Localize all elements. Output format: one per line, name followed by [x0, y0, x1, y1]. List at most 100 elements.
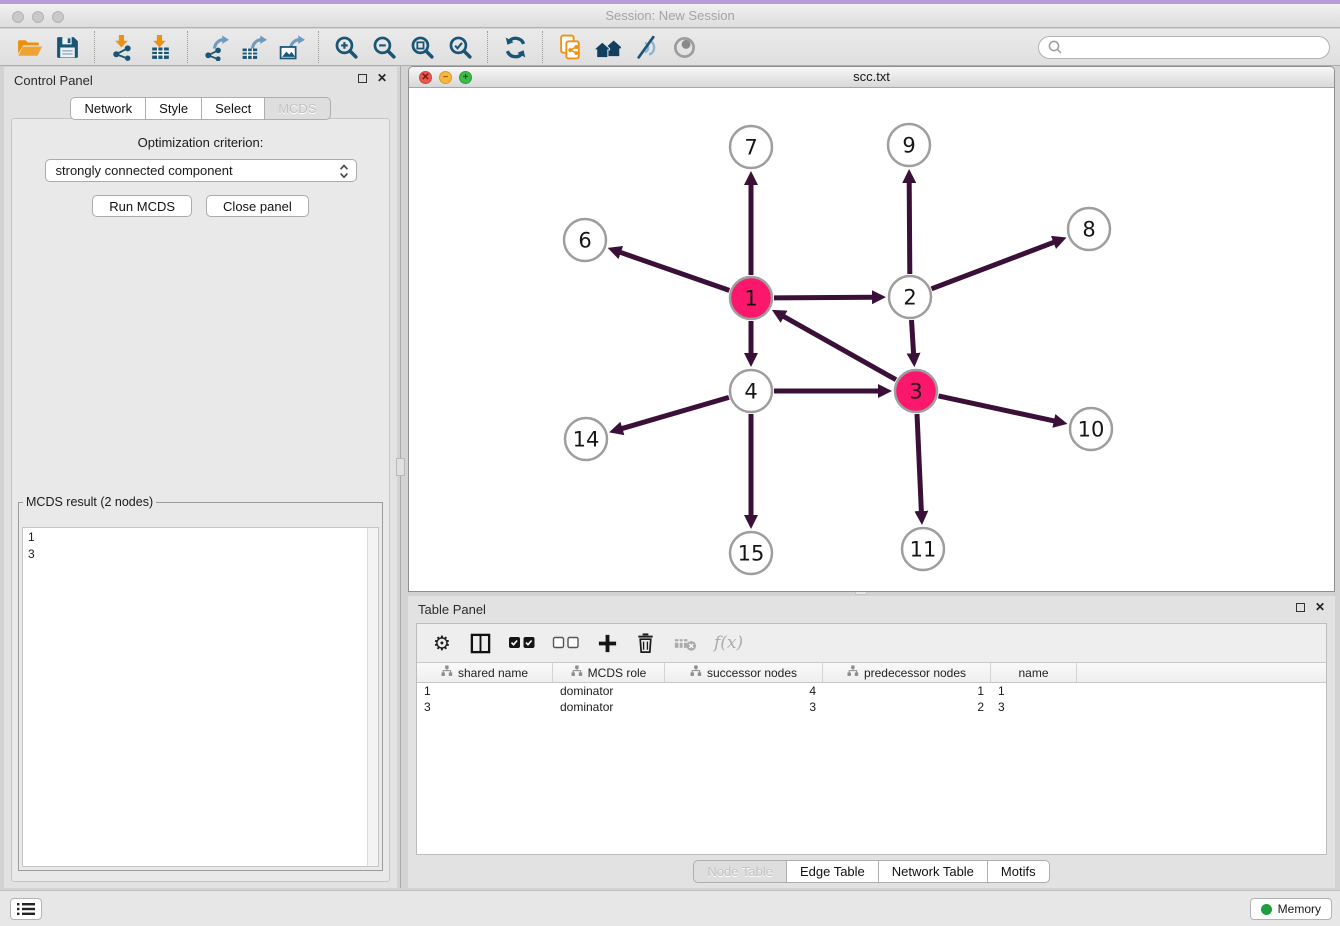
open-session-icon[interactable] [13, 31, 45, 63]
zoom-selected-icon[interactable] [444, 31, 476, 63]
table-header-row: shared nameMCDS rolesuccessor nodesprede… [417, 663, 1326, 683]
network-canvas[interactable]: 7 9 6 8 1 2 4 3 14 10 15 11 [409, 89, 1334, 591]
export-table-icon[interactable] [237, 31, 269, 63]
tab-node-table[interactable]: Node Table [693, 860, 787, 883]
graph-node-6[interactable]: 6 [564, 219, 606, 261]
hide-style-icon[interactable] [630, 31, 662, 63]
panel-split-handle[interactable] [396, 458, 405, 476]
graph-node-15[interactable]: 15 [730, 532, 772, 574]
export-network-icon[interactable] [199, 31, 231, 63]
close-panel-button[interactable]: Close panel [206, 195, 309, 217]
export-image-icon[interactable] [275, 31, 307, 63]
graph-edge-3-10[interactable] [939, 396, 1055, 421]
panel-split-divider[interactable] [400, 66, 401, 888]
column-tree-icon [690, 665, 702, 680]
graph-node-label: 2 [903, 286, 916, 310]
graph-edge-4-14[interactable] [622, 397, 729, 428]
graph-edge-2-9[interactable] [909, 182, 910, 274]
tab-motifs[interactable]: Motifs [988, 860, 1050, 883]
tab-select[interactable]: Select [202, 97, 265, 120]
panel-columns-icon[interactable] [469, 632, 492, 655]
window-traffic-lights[interactable] [12, 11, 64, 23]
window-title: Session: New Session [0, 4, 1340, 27]
unselect-all-icon[interactable] [552, 636, 580, 650]
graph-node-label: 1 [744, 287, 757, 311]
table-row[interactable]: 1dominator411 [417, 683, 1326, 699]
zoom-fit-icon[interactable] [406, 31, 438, 63]
zoom-out-icon[interactable] [368, 31, 400, 63]
toolbar-separator [187, 31, 188, 63]
close-panel-icon[interactable]: ✕ [377, 73, 387, 83]
graph-node-10[interactable]: 10 [1070, 408, 1112, 450]
import-network-icon[interactable] [106, 31, 138, 63]
network-graph: 7 9 6 8 1 2 4 3 14 10 15 11 [409, 89, 1334, 591]
graph-edge-3-1[interactable] [783, 316, 896, 380]
mcds-tab-content: Optimization criterion: strongly connect… [11, 118, 390, 882]
table-row[interactable]: 3dominator323 [417, 699, 1326, 715]
criterion-dropdown[interactable]: strongly connected component [45, 159, 357, 182]
import-table-icon[interactable] [144, 31, 176, 63]
column-label: name [1018, 666, 1048, 680]
select-all-icon[interactable] [508, 636, 536, 650]
minimize-window-button[interactable] [32, 11, 44, 23]
trash-icon[interactable] [634, 632, 657, 655]
zoom-window-button[interactable] [52, 11, 64, 23]
graph-node-label: 4 [744, 380, 757, 404]
graph-node-8[interactable]: 8 [1068, 208, 1110, 250]
column-header-predecessor-nodes[interactable]: predecessor nodes [823, 663, 991, 682]
graph-node-label: 11 [910, 538, 937, 562]
float-table-panel-icon[interactable] [1296, 603, 1305, 612]
tab-mcds[interactable]: MCDS [265, 97, 330, 120]
memory-button[interactable]: Memory [1250, 898, 1332, 920]
network-view-window: ✕ − + scc.txt 7 9 6 8 1 2 4 3 14 10 15 11 [408, 66, 1335, 592]
graph-edge-2-8[interactable] [932, 242, 1055, 289]
network-minimize-button[interactable]: − [439, 71, 452, 84]
graph-node-14[interactable]: 14 [565, 418, 607, 460]
search-field[interactable] [1038, 36, 1330, 59]
graph-node-7[interactable]: 7 [730, 126, 772, 168]
table-cell: 4 [665, 683, 823, 699]
network-window-titlebar[interactable]: ✕ − + scc.txt [409, 67, 1334, 88]
tab-network-table[interactable]: Network Table [879, 860, 988, 883]
float-panel-icon[interactable] [358, 74, 367, 83]
mcds-result-textarea[interactable]: 13 [22, 527, 379, 867]
search-input[interactable] [1067, 40, 1321, 54]
tab-edge-table[interactable]: Edge Table [787, 860, 879, 883]
graph-edge-3-11[interactable] [917, 414, 921, 512]
graph-node-2[interactable]: 2 [889, 276, 931, 318]
graph-node-11[interactable]: 11 [902, 528, 944, 570]
gear-icon[interactable]: ⚙ [431, 631, 453, 655]
result-scrollbar[interactable] [367, 528, 378, 866]
zoom-in-icon[interactable] [330, 31, 362, 63]
clone-network-icon[interactable] [554, 31, 586, 63]
column-tree-icon [571, 665, 583, 680]
save-session-icon[interactable] [51, 31, 83, 63]
run-mcds-button[interactable]: Run MCDS [92, 195, 192, 217]
tab-style[interactable]: Style [146, 97, 202, 120]
graph-node-1[interactable]: 1 [730, 277, 772, 319]
graph-edge-1-6[interactable] [620, 252, 729, 290]
tab-network[interactable]: Network [70, 97, 146, 120]
mcds-result-title: MCDS result (2 nodes) [23, 495, 156, 509]
eye-icon[interactable] [668, 31, 700, 63]
graph-edge-2-3[interactable] [912, 320, 914, 354]
toolbar-separator [542, 31, 543, 63]
column-header-successor-nodes[interactable]: successor nodes [665, 663, 823, 682]
column-header-MCDS-role[interactable]: MCDS role [553, 663, 665, 682]
column-header-shared-name[interactable]: shared name [417, 663, 553, 682]
graph-node-9[interactable]: 9 [888, 124, 930, 166]
graph-node-3[interactable]: 3 [895, 370, 937, 412]
graph-node-label: 14 [573, 428, 600, 452]
home-icon[interactable] [592, 31, 624, 63]
graph-edge-1-2[interactable] [774, 297, 873, 298]
close-table-panel-icon[interactable]: ✕ [1315, 602, 1325, 612]
close-window-button[interactable] [12, 11, 24, 23]
network-close-button[interactable]: ✕ [419, 71, 432, 84]
refresh-layout-icon[interactable] [499, 31, 531, 63]
column-header-name[interactable]: name [991, 663, 1077, 682]
task-history-button[interactable] [10, 898, 42, 920]
column-tree-icon [847, 665, 859, 680]
add-row-icon[interactable] [596, 633, 618, 654]
graph-node-4[interactable]: 4 [730, 370, 772, 412]
network-zoom-button[interactable]: + [459, 71, 472, 84]
